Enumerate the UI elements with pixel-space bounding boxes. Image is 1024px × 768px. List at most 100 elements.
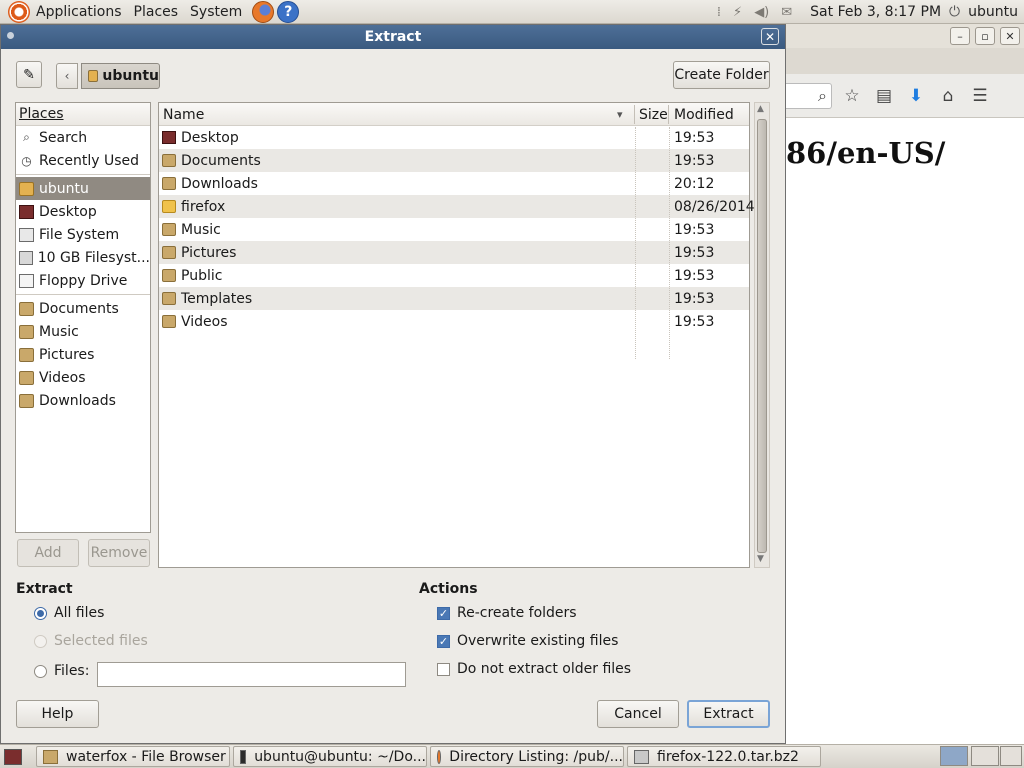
search-field[interactable]: ⌕	[786, 82, 832, 109]
place-file-system[interactable]: File System	[16, 223, 150, 246]
task-file-browser[interactable]: waterfox - File Browser	[36, 746, 230, 767]
column-name[interactable]: Name	[163, 103, 204, 126]
menu-places[interactable]: Places	[128, 0, 185, 24]
clock[interactable]: Sat Feb 3, 8:17 PM	[810, 4, 941, 20]
window-menu-icon[interactable]	[7, 32, 14, 39]
file-name: Documents	[181, 152, 261, 169]
column-modified[interactable]: Modified	[674, 103, 734, 126]
recreate-folders-label: Re-create folders	[457, 605, 577, 621]
all-files-radio[interactable]: All files	[34, 605, 104, 621]
place-search[interactable]: ⌕ Search	[16, 126, 150, 149]
path-current-button[interactable]: ubuntu	[81, 63, 160, 89]
folder-icon	[19, 324, 34, 339]
places-header[interactable]: Places	[16, 103, 150, 126]
path-back-button[interactable]: ‹	[56, 63, 78, 89]
file-row-videos[interactable]: Videos 19:53	[159, 310, 749, 333]
help-button[interactable]: Help	[16, 700, 99, 728]
task-archive-manager[interactable]: firefox-122.0.tar.bz2	[627, 746, 821, 767]
files-pattern-input[interactable]	[97, 662, 406, 687]
places-panel: Places ⌕ Search ◷ Recently Used ubuntu Des…	[15, 102, 151, 533]
cancel-button[interactable]: Cancel	[597, 700, 679, 728]
file-row-templates[interactable]: Templates 19:53	[159, 287, 749, 310]
selected-files-radio[interactable]: Selected files	[34, 633, 148, 649]
download-icon[interactable]: ⬇	[904, 86, 928, 106]
place-recently-used[interactable]: ◷ Recently Used	[16, 149, 150, 172]
place-videos[interactable]: Videos	[16, 366, 150, 389]
user-menu[interactable]: ubuntu	[962, 0, 1024, 24]
place-music[interactable]: Music	[16, 320, 150, 343]
power-icon[interactable]: ⏻	[949, 4, 960, 20]
checkmark-icon[interactable]: ✓	[437, 606, 450, 620]
task-firefox[interactable]: Directory Listing: /pub/...	[430, 746, 624, 767]
close-button[interactable]: ✕	[1000, 27, 1020, 45]
bookmark-star-icon[interactable]: ☆	[840, 86, 864, 106]
file-row-firefox[interactable]: firefox 08/26/2014	[159, 195, 755, 218]
minimize-button[interactable]: –	[950, 27, 970, 45]
column-separator[interactable]	[668, 105, 669, 124]
extract-dialog: Extract ✕ ✎ ‹ ubuntu Create Folder Place…	[0, 24, 786, 744]
file-row-documents[interactable]: Documents 19:53	[159, 149, 749, 172]
menu-system[interactable]: System	[184, 0, 248, 24]
browser-toolbar: ⌕ ☆ ▤ ⬇ ⌂ ☰	[786, 74, 1024, 118]
workspace-3[interactable]	[1000, 746, 1022, 766]
radio-indicator[interactable]	[34, 606, 47, 620]
file-row-music[interactable]: Music 19:53	[159, 218, 749, 241]
column-size[interactable]: Size	[639, 103, 668, 126]
handle-icon: ⁞	[716, 4, 722, 20]
place-downloads[interactable]: Downloads	[16, 389, 150, 412]
column-separator[interactable]	[634, 105, 635, 124]
place-desktop[interactable]: Desktop	[16, 200, 150, 223]
separator	[16, 294, 150, 295]
recreate-folders-checkbox[interactable]: ✓ Re-create folders	[437, 605, 577, 621]
music-folder-icon	[162, 223, 176, 236]
do-not-extract-older-checkbox[interactable]: Do not extract older files	[437, 661, 631, 677]
sort-chevron-icon[interactable]: ▾	[617, 103, 623, 126]
show-desktop-icon[interactable]	[4, 748, 22, 765]
workspace-1[interactable]	[940, 746, 968, 766]
file-row-downloads[interactable]: Downloads 20:12	[159, 172, 749, 195]
checkbox-indicator[interactable]	[437, 662, 450, 676]
checkmark-icon[interactable]: ✓	[437, 634, 450, 648]
volume-icon[interactable]: ◀)	[754, 5, 769, 20]
place-10gb-filesystem[interactable]: 10 GB Filesyst...	[16, 246, 150, 269]
hamburger-menu-icon[interactable]: ☰	[968, 86, 992, 106]
ubuntu-logo-icon[interactable]	[8, 0, 30, 23]
file-modified: 19:53	[674, 244, 715, 261]
file-list-scrollbar[interactable]: ▲ ▼	[754, 102, 770, 568]
public-folder-icon	[162, 269, 176, 282]
files-pattern-radio[interactable]: Files:	[34, 663, 89, 679]
place-documents[interactable]: Documents	[16, 297, 150, 320]
home-icon[interactable]: ⌂	[936, 86, 960, 106]
radio-indicator[interactable]	[34, 634, 47, 648]
task-terminal[interactable]: ubuntu@ubuntu: ~/Do...	[233, 746, 427, 767]
scrollbar-thumb[interactable]	[757, 119, 767, 553]
overwrite-existing-checkbox[interactable]: ✓ Overwrite existing files	[437, 633, 618, 649]
place-label: Downloads	[39, 392, 116, 409]
maximize-button[interactable]: ▫	[975, 27, 995, 45]
filesystem-icon	[19, 227, 34, 242]
remove-place-button[interactable]: Remove	[88, 539, 150, 567]
edit-location-button[interactable]: ✎	[16, 61, 42, 88]
radio-indicator[interactable]	[34, 664, 47, 678]
firefox-launcher-icon[interactable]	[252, 0, 275, 23]
place-pictures[interactable]: Pictures	[16, 343, 150, 366]
file-row-pictures[interactable]: Pictures 19:53	[159, 241, 749, 264]
menu-applications[interactable]: Applications	[30, 0, 128, 24]
add-place-button[interactable]: Add	[17, 539, 79, 567]
browser-tabstrip	[786, 48, 1024, 74]
reader-list-icon[interactable]: ▤	[872, 86, 896, 106]
place-ubuntu[interactable]: ubuntu	[16, 177, 150, 200]
workspace-2[interactable]	[971, 746, 999, 766]
place-floppy-drive[interactable]: Floppy Drive	[16, 269, 150, 292]
extract-button[interactable]: Extract	[687, 700, 770, 728]
network-icon[interactable]: ⚡	[733, 5, 742, 20]
dialog-titlebar[interactable]: Extract ✕	[1, 25, 785, 49]
file-row-desktop[interactable]: Desktop 19:53	[159, 126, 749, 149]
create-folder-button[interactable]: Create Folder	[673, 61, 770, 89]
file-row-public[interactable]: Public 19:53	[159, 264, 749, 287]
scroll-down-icon[interactable]: ▼	[757, 554, 764, 564]
dialog-close-button[interactable]: ✕	[761, 28, 779, 45]
mail-icon[interactable]: ✉	[781, 5, 792, 20]
scroll-up-icon[interactable]: ▲	[757, 104, 764, 114]
help-launcher-icon[interactable]: ?	[277, 0, 300, 23]
